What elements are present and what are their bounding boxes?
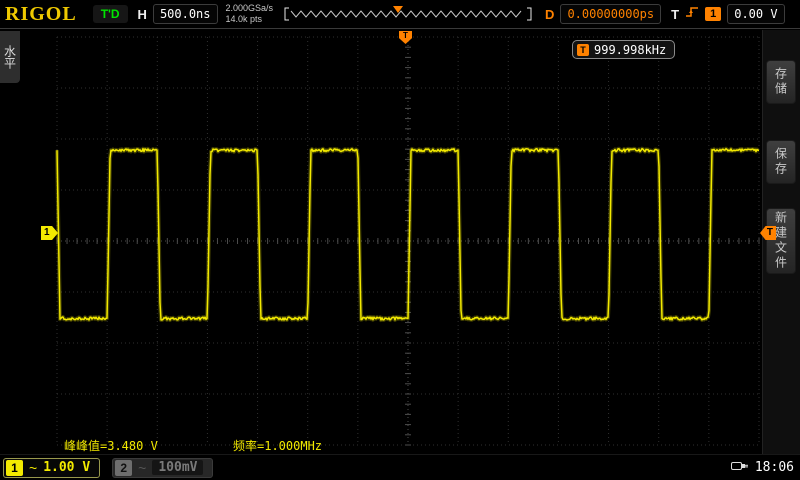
trigger-level-value[interactable]: 0.00 V	[727, 4, 784, 24]
status-bar: 1 ~ 1.00 V 2 ~ 100mV 18:06	[0, 454, 800, 480]
channel2-scale: 100mV	[152, 460, 203, 475]
measurement-freq: 频率=1.000MHz	[233, 437, 322, 454]
menu-item-new-file[interactable]: 新建文件	[766, 208, 796, 274]
delay-value[interactable]: 0.00000000ps	[560, 4, 661, 24]
measurement-vpp: 峰峰值=3.480 V	[64, 437, 158, 454]
top-bar: RIGOL T'D H 500.0ns 2.000GSa/s 14.0k pts…	[0, 0, 800, 29]
rigol-logo: RIGOL	[5, 3, 77, 26]
counter-trigger-badge: T	[577, 44, 589, 56]
menu-title-horizontal[interactable]: 水平	[0, 31, 20, 83]
channel2-coupling-icon: ~	[138, 460, 146, 476]
usb-icon	[731, 459, 749, 477]
menu-item-label: 存储	[773, 67, 790, 97]
footer-right: 18:06	[731, 459, 794, 477]
channel1-coupling-icon: ~	[29, 460, 37, 476]
channel2-status[interactable]: 2 ~ 100mV	[112, 458, 213, 478]
right-menu: 存储 保存 新建文件	[762, 30, 800, 480]
channel1-badge: 1	[6, 460, 23, 476]
waveform-plot	[0, 0, 800, 480]
channel1-scale: 1.00 V	[43, 460, 90, 475]
trigger-source-badge[interactable]: 1	[705, 7, 721, 21]
frequency-counter: T 999.998kHz	[572, 40, 675, 59]
memory-waveform-preview	[283, 6, 533, 22]
menu-item-save[interactable]: 保存	[766, 140, 796, 184]
sample-rate: 2.000GSa/s	[226, 3, 274, 14]
menu-item-label: 保存	[773, 147, 790, 177]
memory-position-bar[interactable]	[283, 6, 533, 22]
trigger-label: T	[671, 7, 679, 22]
memory-trigger-marker[interactable]	[393, 6, 403, 13]
channel1-status[interactable]: 1 ~ 1.00 V	[3, 458, 100, 478]
trigger-status-badge: T'D	[93, 5, 128, 23]
horizontal-label: H	[138, 7, 147, 22]
timebase-value[interactable]: 500.0ns	[153, 4, 218, 24]
oscilloscope-screen: RIGOL T'D H 500.0ns 2.000GSa/s 14.0k pts…	[0, 0, 800, 480]
menu-item-storage[interactable]: 存储	[766, 60, 796, 104]
memory-depth: 14.0k pts	[226, 14, 274, 25]
menu-item-label: 新建文件	[773, 211, 790, 271]
counter-value: 999.998kHz	[594, 43, 666, 57]
channel2-badge: 2	[115, 460, 132, 476]
delay-label: D	[545, 7, 554, 22]
acquisition-info: 2.000GSa/s 14.0k pts	[226, 3, 274, 25]
trigger-slope-icon	[685, 5, 699, 24]
clock: 18:06	[755, 460, 794, 475]
